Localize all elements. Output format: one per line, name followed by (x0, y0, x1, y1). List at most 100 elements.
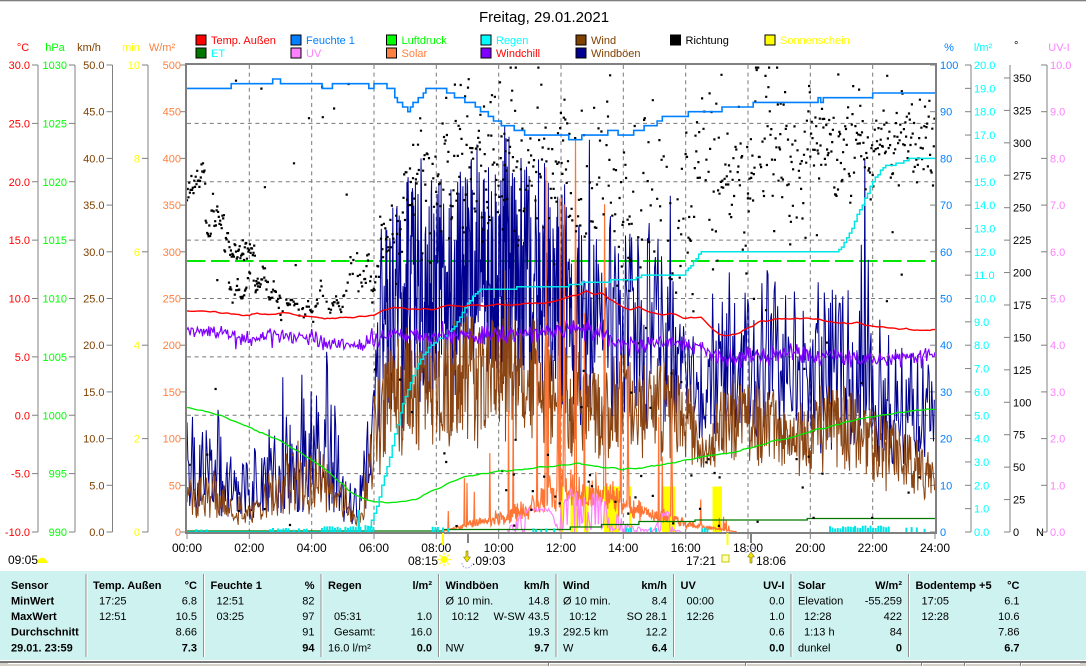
svg-text:5.0: 5.0 (974, 410, 989, 422)
svg-text:82: 82 (302, 596, 314, 608)
svg-text:12:28: 12:28 (922, 611, 950, 623)
svg-text:500: 500 (163, 60, 181, 72)
svg-text:40: 40 (940, 340, 952, 352)
svg-text:UV-I: UV-I (763, 580, 784, 592)
svg-text:350: 350 (1013, 73, 1031, 85)
svg-text:50: 50 (940, 294, 952, 306)
svg-text:12:51: 12:51 (99, 611, 127, 623)
svg-text:20.0: 20.0 (83, 340, 104, 352)
svg-text:10: 10 (940, 480, 952, 492)
svg-text:25: 25 (1013, 495, 1025, 507)
svg-text:9.7: 9.7 (534, 643, 549, 655)
svg-text:2.0: 2.0 (974, 480, 989, 492)
svg-text:3.0: 3.0 (1050, 387, 1065, 399)
svg-text:15.0: 15.0 (9, 235, 30, 247)
svg-text:97: 97 (302, 611, 314, 623)
svg-text:19.3: 19.3 (528, 627, 549, 639)
svg-text:Gesamt:: Gesamt: (334, 627, 376, 639)
svg-text:0.6: 0.6 (769, 627, 784, 639)
svg-text:6.0: 6.0 (974, 387, 989, 399)
svg-text:Wind: Wind (591, 35, 616, 47)
svg-text:17.0: 17.0 (974, 130, 995, 142)
svg-text:30.0: 30.0 (83, 247, 104, 259)
svg-text:9.0: 9.0 (1050, 107, 1065, 119)
svg-text:Sonnenschein: Sonnenschein (780, 35, 850, 47)
svg-text:25.0: 25.0 (83, 294, 104, 306)
svg-text:6: 6 (134, 247, 140, 259)
svg-text:18:00: 18:00 (733, 541, 763, 555)
svg-text:W/m²: W/m² (149, 42, 176, 54)
svg-text:1.0: 1.0 (769, 611, 784, 623)
svg-text:15.0: 15.0 (974, 177, 995, 189)
svg-text:2.0: 2.0 (1050, 434, 1065, 446)
svg-text:12:26: 12:26 (687, 611, 715, 623)
svg-text:3.0: 3.0 (974, 457, 989, 469)
svg-text:0.0: 0.0 (15, 410, 30, 422)
svg-text:°: ° (1014, 40, 1018, 52)
svg-text:12:51: 12:51 (217, 596, 245, 608)
svg-text:Temp. Außen: Temp. Außen (211, 35, 276, 47)
svg-text:4.0: 4.0 (1050, 340, 1065, 352)
svg-text:10.0: 10.0 (9, 294, 30, 306)
svg-text:Freitag, 29.01.2021: Freitag, 29.01.2021 (479, 9, 609, 26)
svg-text:17:25: 17:25 (99, 596, 127, 608)
svg-text:km/h: km/h (524, 580, 550, 592)
svg-text:12.0: 12.0 (974, 247, 995, 259)
svg-text:l/m²: l/m² (412, 580, 432, 592)
svg-text:km/h: km/h (77, 42, 101, 54)
svg-text:4: 4 (134, 340, 140, 352)
svg-text:22:00: 22:00 (858, 541, 888, 555)
svg-text:ET: ET (211, 48, 225, 60)
svg-text:0.0: 0.0 (974, 527, 989, 539)
svg-text:16.0: 16.0 (411, 627, 432, 639)
svg-text:350: 350 (163, 200, 181, 212)
svg-text:45.0: 45.0 (83, 107, 104, 119)
svg-text:10.0: 10.0 (974, 294, 995, 306)
svg-text:94: 94 (302, 643, 315, 655)
svg-text:05:31: 05:31 (334, 611, 362, 623)
svg-text:km/h: km/h (641, 580, 667, 592)
svg-text:100: 100 (1013, 397, 1031, 409)
svg-text:2: 2 (134, 434, 140, 446)
svg-text:Durchschnitt: Durchschnitt (11, 627, 79, 639)
svg-text:20:00: 20:00 (795, 541, 825, 555)
svg-text:250: 250 (163, 294, 181, 306)
svg-text:Richtung: Richtung (686, 35, 729, 47)
svg-text:Solar: Solar (402, 48, 428, 60)
svg-text:MaxWert: MaxWert (11, 611, 57, 623)
svg-text:8.4: 8.4 (652, 596, 667, 608)
svg-text:SO 28.1: SO 28.1 (627, 611, 667, 623)
svg-text:11.0: 11.0 (974, 270, 995, 282)
svg-text:Windböen: Windböen (591, 48, 641, 60)
svg-text:200: 200 (1013, 268, 1031, 280)
svg-text:00:00: 00:00 (687, 596, 715, 608)
svg-text:1.0: 1.0 (417, 611, 432, 623)
svg-text:Ø 10 min.: Ø 10 min. (563, 596, 611, 608)
svg-text:400: 400 (163, 153, 181, 165)
svg-text:W: W (563, 643, 574, 655)
svg-text:7.3: 7.3 (182, 643, 197, 655)
svg-text:5.0: 5.0 (89, 480, 104, 492)
svg-text:°C: °C (1007, 580, 1019, 592)
svg-text:90: 90 (940, 107, 952, 119)
svg-text:6.8: 6.8 (182, 596, 197, 608)
svg-text:325: 325 (1013, 105, 1031, 117)
svg-text:1.0: 1.0 (1050, 480, 1065, 492)
svg-text:.09:03: .09:03 (472, 554, 506, 568)
svg-text:29.01. 23:59: 29.01. 23:59 (11, 643, 73, 655)
svg-text:Windböen: Windböen (446, 580, 499, 592)
svg-text:UV: UV (306, 48, 322, 60)
svg-text:-55.259: -55.259 (865, 596, 902, 608)
svg-text:1015: 1015 (43, 235, 67, 247)
svg-text:1030: 1030 (43, 60, 67, 72)
svg-text:30.0: 30.0 (9, 60, 30, 72)
svg-text:14.0: 14.0 (974, 200, 995, 212)
svg-text:7.86: 7.86 (998, 627, 1019, 639)
svg-text:UV-I: UV-I (1048, 42, 1069, 54)
svg-text:min: min (122, 42, 140, 54)
svg-text:Feuchte 1: Feuchte 1 (306, 35, 355, 47)
svg-text:0: 0 (896, 643, 902, 655)
svg-text:%: % (305, 580, 315, 592)
svg-text:UV: UV (681, 580, 697, 592)
svg-text:50: 50 (1013, 462, 1025, 474)
